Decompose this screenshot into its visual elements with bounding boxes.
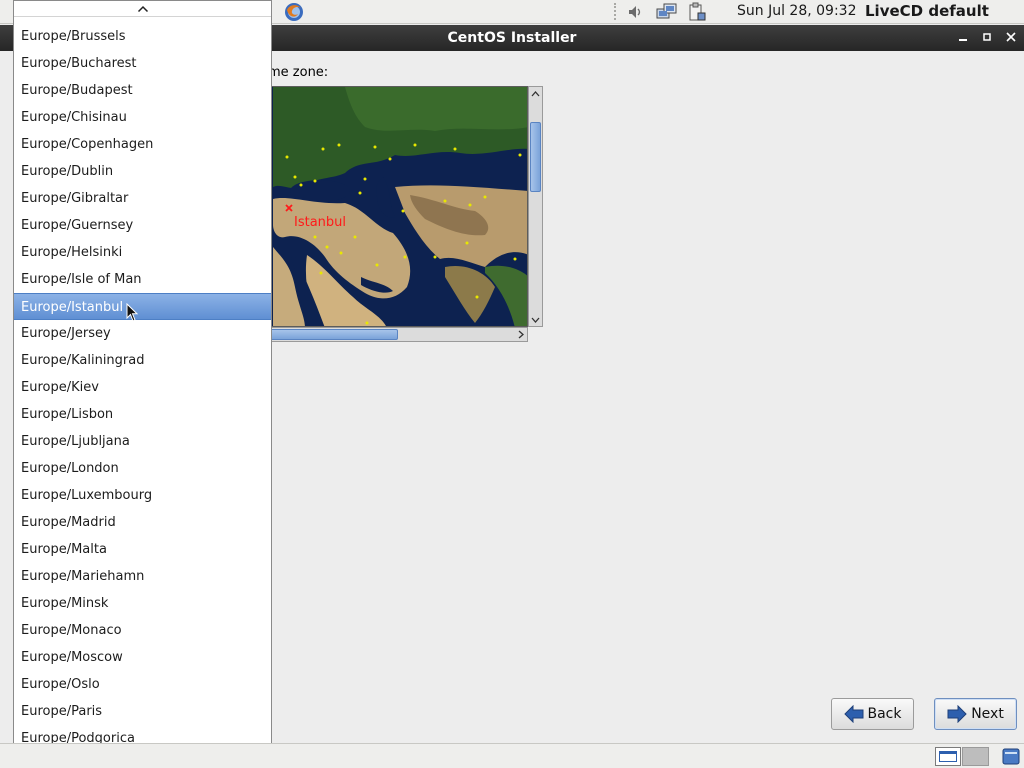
list-item[interactable]: Europe/Copenhagen bbox=[14, 131, 271, 158]
scroll-up-arrow-icon[interactable] bbox=[529, 87, 542, 100]
close-button[interactable] bbox=[1001, 28, 1021, 48]
trash-icon[interactable] bbox=[1001, 747, 1021, 766]
list-item[interactable]: Europe/Kaliningrad bbox=[14, 347, 271, 374]
chevron-up-icon bbox=[137, 5, 148, 12]
list-item[interactable]: Europe/Gibraltar bbox=[14, 185, 271, 212]
list-item[interactable]: Europe/Paris bbox=[14, 698, 271, 725]
panel-separator bbox=[614, 3, 618, 20]
list-item[interactable]: Europe/Isle of Man bbox=[14, 266, 271, 293]
list-item[interactable]: Europe/Guernsey bbox=[14, 212, 271, 239]
volume-icon[interactable] bbox=[624, 0, 648, 24]
back-button-label: Back bbox=[867, 706, 902, 722]
map-city-label: Istanbul bbox=[294, 215, 347, 230]
minimize-icon bbox=[959, 39, 967, 41]
list-item-selected[interactable]: Europe/Istanbul bbox=[14, 293, 271, 320]
list-item[interactable]: Europe/Monaco bbox=[14, 617, 271, 644]
map-vertical-scrollbar[interactable] bbox=[528, 86, 543, 327]
minimize-button[interactable] bbox=[953, 28, 973, 48]
show-desktop-icon[interactable] bbox=[935, 747, 961, 766]
bottom-panel bbox=[0, 743, 1024, 768]
list-item[interactable]: Europe/Lisbon bbox=[14, 401, 271, 428]
workspace-switcher[interactable] bbox=[962, 747, 989, 766]
firefox-icon[interactable] bbox=[282, 0, 306, 24]
timezone-label: me zone: bbox=[268, 65, 329, 80]
scroll-down-arrow-icon[interactable] bbox=[529, 313, 542, 326]
arrow-left-icon bbox=[843, 705, 863, 723]
list-item[interactable]: Europe/Madrid bbox=[14, 509, 271, 536]
list-item[interactable]: Europe/Ljubljana bbox=[14, 428, 271, 455]
list-item[interactable]: Europe/Malta bbox=[14, 536, 271, 563]
clipboard-icon[interactable] bbox=[685, 0, 709, 24]
next-button-label: Next bbox=[971, 706, 1004, 722]
map-vertical-scroll-thumb[interactable] bbox=[530, 122, 541, 192]
list-item[interactable]: Europe/Luxembourg bbox=[14, 482, 271, 509]
list-item[interactable]: Europe/Budapest bbox=[14, 77, 271, 104]
clock[interactable]: Sun Jul 28, 09:32 bbox=[737, 3, 857, 19]
close-icon bbox=[1006, 32, 1016, 42]
list-item[interactable]: Europe/Mariehamn bbox=[14, 563, 271, 590]
next-button[interactable]: Next bbox=[934, 698, 1017, 730]
scroll-right-arrow-icon[interactable] bbox=[514, 328, 527, 341]
list-item[interactable]: Europe/Minsk bbox=[14, 590, 271, 617]
list-item[interactable]: Europe/Bucharest bbox=[14, 50, 271, 77]
list-item[interactable]: Europe/Helsinki bbox=[14, 239, 271, 266]
list-item[interactable]: Europe/Oslo bbox=[14, 671, 271, 698]
list-item[interactable]: Europe/Chisinau bbox=[14, 104, 271, 131]
timezone-dropdown-list[interactable]: Europe/Berlin Europe/BrusselsEurope/Buch… bbox=[13, 0, 272, 768]
list-scroll-up-button[interactable] bbox=[14, 1, 271, 17]
maximize-icon bbox=[983, 33, 991, 41]
list-item[interactable]: Europe/Dublin bbox=[14, 158, 271, 185]
mouse-pointer-icon bbox=[126, 303, 139, 322]
network-icon[interactable] bbox=[655, 0, 679, 24]
list-item[interactable]: Europe/London bbox=[14, 455, 271, 482]
maximize-button[interactable] bbox=[977, 28, 997, 48]
arrow-right-icon bbox=[947, 705, 967, 723]
list-item[interactable]: Europe/Moscow bbox=[14, 644, 271, 671]
list-item[interactable]: Europe/Jersey bbox=[14, 320, 271, 347]
list-item[interactable]: Europe/Brussels bbox=[14, 23, 271, 50]
back-button[interactable]: Back bbox=[831, 698, 914, 730]
list-item[interactable]: Europe/Kiev bbox=[14, 374, 271, 401]
